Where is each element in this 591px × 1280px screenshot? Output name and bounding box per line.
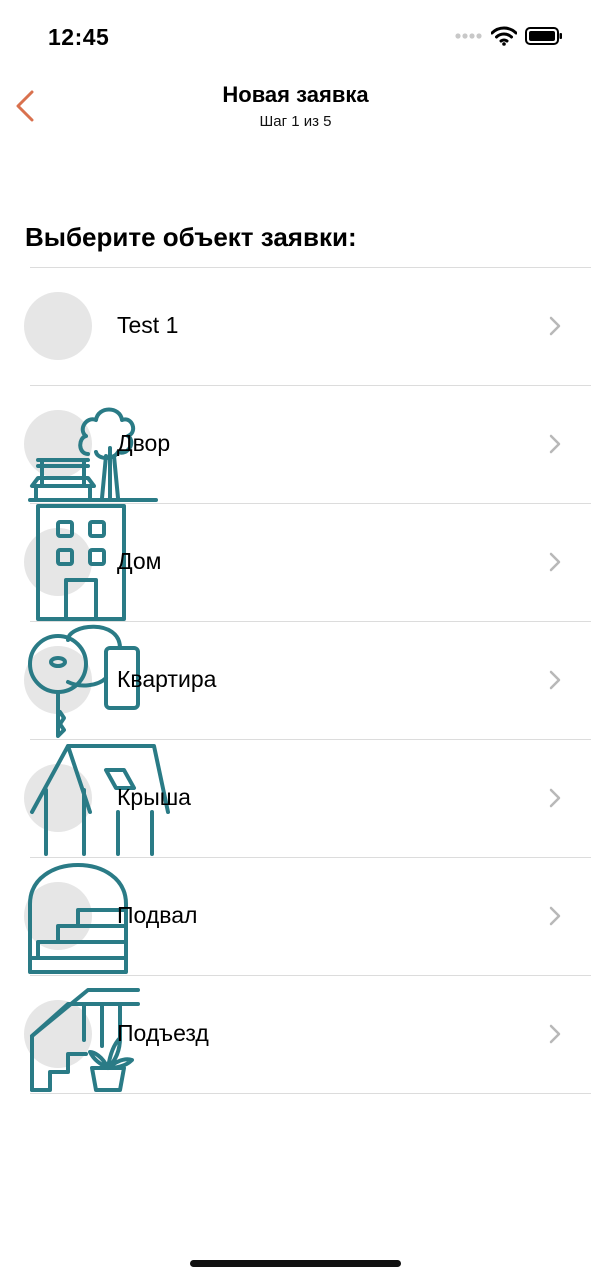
list-item-entrance[interactable]: Подъезд bbox=[24, 975, 591, 1094]
list-item-label: Двор bbox=[117, 430, 171, 456]
navigation-bar: Новая заявка Шаг 1 из 5 bbox=[0, 80, 591, 150]
step-indicator: Шаг 1 из 5 bbox=[259, 113, 332, 130]
home-indicator bbox=[190, 1260, 401, 1267]
chevron-right-icon bbox=[549, 788, 561, 808]
status-bar: 12:45 bbox=[0, 0, 591, 80]
wifi-icon bbox=[491, 26, 517, 46]
list-item-test-1[interactable]: Test 1 bbox=[24, 267, 591, 385]
battery-icon bbox=[525, 27, 562, 45]
list-item-label: Крыша bbox=[117, 784, 191, 810]
status-icons bbox=[455, 26, 563, 46]
chevron-right-icon bbox=[549, 552, 561, 572]
list-item-basement[interactable]: Подвал bbox=[24, 857, 591, 975]
list-item-label: Test 1 bbox=[117, 312, 179, 338]
list-item-label: Дом bbox=[117, 548, 162, 574]
avatar-placeholder bbox=[24, 292, 92, 360]
list-item-label: Подъезд bbox=[117, 1020, 209, 1046]
list-item-label: Подвал bbox=[117, 902, 198, 928]
page-title: Новая заявка bbox=[222, 82, 369, 107]
list-item-yard[interactable]: Двор bbox=[24, 385, 591, 503]
section-title: Выберите объект заявки: bbox=[25, 222, 357, 252]
chevron-right-icon bbox=[549, 316, 561, 336]
signal-icon bbox=[455, 33, 482, 39]
list-item-roof[interactable]: Крыша bbox=[24, 739, 591, 857]
chevron-right-icon bbox=[549, 670, 561, 690]
status-time: 12:45 bbox=[48, 24, 110, 50]
list-item-house[interactable]: Дом bbox=[24, 503, 591, 621]
chevron-right-icon bbox=[549, 434, 561, 454]
list-item-label: Квартира bbox=[117, 666, 217, 692]
list-item-apartment[interactable]: Квартира bbox=[24, 621, 591, 739]
chevron-right-icon bbox=[549, 1024, 561, 1044]
chevron-right-icon bbox=[549, 906, 561, 926]
object-list: Test 1 Двор Дом Квартира Крыша Подвал По… bbox=[0, 267, 591, 1094]
